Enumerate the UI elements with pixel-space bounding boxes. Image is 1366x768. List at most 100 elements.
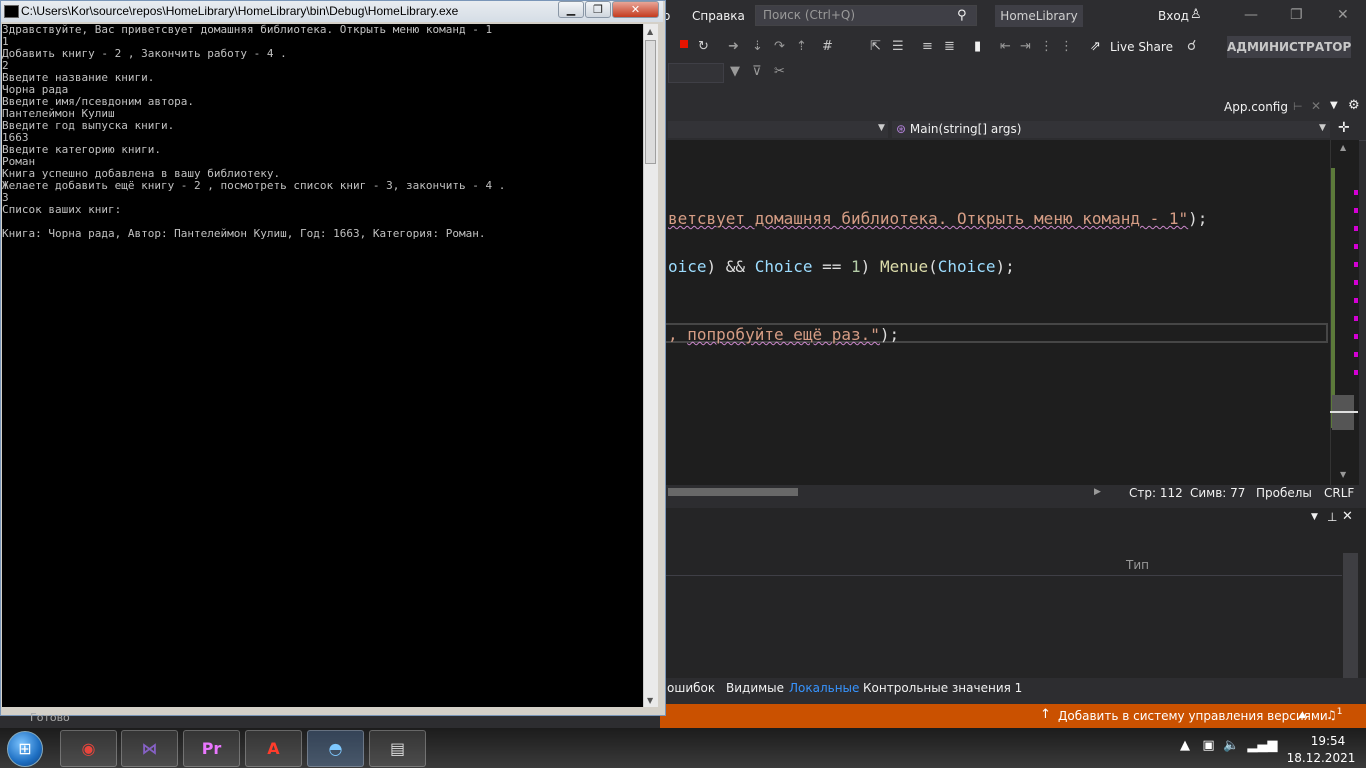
prev-bookmark-icon[interactable]: ⇤: [1000, 39, 1011, 54]
tab-errors[interactable]: ошибок: [667, 681, 715, 695]
chevron-up-icon[interactable]: ▲: [1299, 710, 1306, 720]
tray-expand-icon[interactable]: ▲: [1180, 738, 1190, 753]
start-button[interactable]: ⊞: [7, 731, 43, 767]
taskbar-app6-icon[interactable]: ▤: [369, 730, 426, 767]
status-line-ending[interactable]: CRLF: [1324, 486, 1354, 500]
tab-locals[interactable]: Локальные: [789, 681, 859, 695]
next-bookmark-icon[interactable]: ⇥: [1020, 39, 1031, 54]
console-scroll-thumb[interactable]: [645, 40, 656, 164]
clock-date[interactable]: 18.12.2021: [1286, 751, 1356, 765]
pin-icon[interactable]: ⊢: [1293, 100, 1303, 113]
toolbar-icon-1[interactable]: ⇱: [870, 39, 881, 54]
vs-status-ready: Готово: [30, 711, 70, 724]
menu-item-help[interactable]: Справка: [692, 9, 745, 23]
filter-x-icon[interactable]: ✂: [774, 64, 785, 79]
toolbar-more-icon[interactable]: ⋮: [1060, 39, 1073, 54]
scroll-marker: [1354, 262, 1358, 267]
premiere-icon: Pr: [201, 739, 222, 758]
chevron-down-icon: ▼: [1319, 123, 1326, 133]
panel-scrollbar[interactable]: [1343, 553, 1358, 678]
nav-type-dropdown[interactable]: [668, 121, 888, 138]
hexadecimal-icon[interactable]: #: [822, 39, 833, 54]
locals-header: [660, 555, 1342, 576]
notifications-bell-icon[interactable]: ♫1: [1326, 707, 1343, 722]
scroll-right-icon[interactable]: ▶: [1094, 487, 1101, 497]
code-punct: );: [879, 325, 900, 344]
comment-icon[interactable]: ≡: [922, 39, 933, 54]
toolbar-icon-2[interactable]: ☰: [892, 39, 904, 54]
stop-debug-icon[interactable]: [680, 40, 688, 48]
scroll-marker: [1354, 280, 1358, 285]
tab-dropdown-icon[interactable]: ▼: [1330, 100, 1338, 111]
taskbar-app5-icon[interactable]: ◓: [307, 730, 364, 767]
code-punct: ) &&: [706, 257, 755, 276]
filter-clear-icon[interactable]: ⊽: [752, 64, 762, 79]
settings-gear-icon[interactable]: ⚙: [1348, 98, 1360, 113]
horizontal-scroll-thumb[interactable]: [668, 488, 798, 496]
taskbar-premiere-icon[interactable]: Pr: [183, 730, 240, 767]
user-add-icon[interactable]: ♙: [1190, 7, 1202, 22]
restart-icon[interactable]: ↻: [698, 39, 709, 54]
live-share-button[interactable]: Live Share: [1110, 40, 1173, 54]
split-editor-icon[interactable]: ✛: [1338, 120, 1350, 136]
add-to-source-control[interactable]: Добавить в систему управления версиями: [1058, 709, 1328, 723]
vs-search-input[interactable]: Поиск (Ctrl+Q): [755, 5, 977, 26]
visual-studio-icon: ⋈: [141, 739, 158, 758]
panel-pin-icon[interactable]: ⊥: [1327, 510, 1337, 524]
tab-autos[interactable]: Видимые: [726, 681, 784, 695]
close-icon[interactable]: ✕: [1337, 7, 1349, 23]
scroll-up-icon[interactable]: ▲: [647, 27, 653, 36]
taskbar-acrobat-icon[interactable]: A: [245, 730, 302, 767]
tab-close-icon[interactable]: ✕: [1311, 99, 1321, 113]
code-line-1: ветсвует домашняя библиотека. Открыть ме…: [668, 209, 1207, 228]
uncomment-icon[interactable]: ≣: [944, 39, 955, 54]
toolbar-combo[interactable]: [668, 63, 724, 83]
scroll-marker: [1354, 352, 1358, 357]
status-spaces[interactable]: Пробелы: [1256, 486, 1312, 500]
panel-close-icon[interactable]: ✕: [1342, 509, 1353, 524]
console-maximize-button[interactable]: ❐: [585, 1, 611, 18]
console-output[interactable]: Здравствуйте, Вас приветсвует домашняя б…: [2, 24, 643, 707]
search-icon[interactable]: ⚲: [957, 8, 967, 23]
code-editor[interactable]: [660, 140, 1330, 485]
console-minimize-button[interactable]: ▁: [558, 1, 584, 18]
restore-icon[interactable]: ❐: [1290, 7, 1303, 23]
scroll-marker: [1354, 298, 1358, 303]
step-out-icon[interactable]: ↷: [774, 39, 785, 54]
notifications-count: 1: [1336, 707, 1343, 717]
speaker-icon[interactable]: 🔈: [1223, 738, 1239, 753]
tray-app-icon[interactable]: ▣: [1202, 738, 1214, 753]
system-tray[interactable]: ▲ ▣ 🔈 ▂▄▆: [1180, 738, 1277, 753]
step-up-icon[interactable]: ⇡: [796, 39, 807, 54]
network-icon[interactable]: ▂▄▆: [1247, 738, 1277, 753]
column-header-type[interactable]: Тип: [1126, 558, 1149, 572]
arrow-up-icon: ↑: [1040, 707, 1051, 722]
status-line[interactable]: Стр: 112: [1129, 486, 1183, 500]
feedback-icon[interactable]: ☌: [1187, 38, 1196, 54]
live-share-icon[interactable]: ⇗: [1090, 39, 1101, 54]
scroll-down-icon[interactable]: ▼: [647, 696, 653, 705]
scroll-up-icon[interactable]: ▲: [1340, 143, 1346, 152]
nav-method-label: Main(string[] args): [909, 122, 1022, 136]
status-column[interactable]: Симв: 77: [1190, 486, 1245, 500]
tab-watch-1[interactable]: Контрольные значения 1: [863, 681, 1022, 695]
bookmark-icon[interactable]: ▮: [974, 39, 981, 54]
taskbar-visual-studio-icon[interactable]: ⋈: [121, 730, 178, 767]
taskbar-chrome-icon[interactable]: ◉: [60, 730, 117, 767]
step-over-icon[interactable]: ➜: [728, 39, 739, 54]
sign-in-link[interactable]: Вход: [1158, 9, 1189, 23]
tab-app-config[interactable]: App.config: [1224, 100, 1288, 114]
console-close-button[interactable]: ✕: [612, 1, 659, 18]
clear-bookmarks-icon[interactable]: ⋮: [1040, 39, 1053, 54]
scroll-marker: [1354, 370, 1358, 375]
minimize-icon[interactable]: —: [1244, 7, 1258, 23]
code-identifier: Choice: [754, 257, 813, 276]
step-into-icon[interactable]: ⇣: [752, 39, 763, 54]
nav-member-dropdown[interactable]: ⊛ Main(string[] args): [892, 121, 1330, 138]
panel-dropdown-icon[interactable]: ▼: [1311, 512, 1318, 522]
scroll-down-icon[interactable]: ▼: [1340, 470, 1346, 479]
acrobat-icon: A: [267, 739, 280, 758]
caret-position-marker: [1330, 411, 1358, 413]
filter-icon[interactable]: ▼: [730, 64, 740, 79]
clock-time[interactable]: 19:54: [1298, 734, 1358, 748]
